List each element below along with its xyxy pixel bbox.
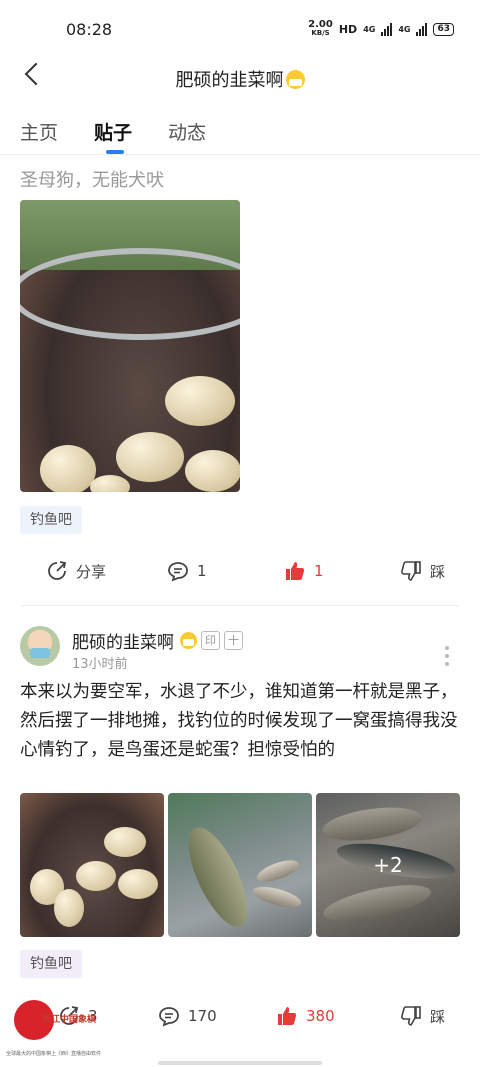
net-label-1: 4G	[363, 24, 376, 34]
egg	[90, 475, 130, 492]
author-name[interactable]: 肥硕的韭菜啊 印 十	[72, 628, 243, 653]
egg	[116, 432, 184, 482]
avatar[interactable]	[20, 626, 60, 666]
post-divider	[20, 605, 460, 606]
comment-icon	[168, 562, 188, 582]
comment-button[interactable]: 170	[158, 1005, 217, 1027]
egg	[185, 450, 240, 492]
home-indicator[interactable]	[158, 1061, 322, 1065]
post-image-fish-more[interactable]: +2	[316, 793, 460, 937]
thumbs-up-icon	[278, 1007, 297, 1025]
like-button[interactable]: 380	[276, 1005, 335, 1027]
egg	[104, 827, 146, 857]
post-image-fish-hand[interactable]	[168, 793, 312, 937]
battery-icon: 63	[433, 22, 454, 36]
post-text[interactable]: 圣母狗，无能犬吠	[20, 166, 164, 192]
seal-badge: 印	[201, 631, 220, 650]
comment-button[interactable]: 1	[167, 560, 207, 582]
watermark-logo: 西江中国象棋 全球最大的中国象棋上《西》直播自由软件	[6, 996, 126, 1057]
thumbs-up-icon	[286, 562, 305, 580]
forum-tag[interactable]: 钓鱼吧	[20, 506, 82, 534]
net-label-2: 4G	[398, 24, 411, 34]
hd-indicator: HD	[338, 22, 358, 36]
more-options-icon[interactable]	[445, 646, 449, 670]
dislike-button[interactable]: 踩	[400, 1005, 445, 1027]
post-image[interactable]	[20, 200, 240, 492]
divider	[0, 154, 480, 155]
basin-rim	[20, 248, 240, 340]
comment-icon	[159, 1007, 179, 1027]
egg	[165, 376, 235, 426]
signal-icon	[381, 22, 393, 36]
tab-posts[interactable]: 贴子	[94, 118, 132, 145]
status-bar: 08:28 2.00 KB/S HD 4G 4G 63	[0, 0, 480, 56]
mask-emoji-icon	[285, 70, 305, 89]
watermark-text: 西江中国象棋	[42, 1015, 97, 1025]
status-icons: 2.00 KB/S HD 4G 4G 63	[308, 20, 454, 38]
post-image-eggs[interactable]	[20, 793, 164, 937]
fish	[250, 882, 304, 912]
egg	[76, 861, 116, 891]
watermark-subtext: 全球最大的中国象棋上《西》直播自由软件	[6, 1051, 102, 1057]
egg	[40, 445, 96, 492]
more-images-count: +2	[316, 793, 460, 937]
nav-bar: 肥硕的韭菜啊	[0, 56, 480, 102]
post-body[interactable]: 本来以为要空军，水退了不少，谁知道第一杆就是黑子，然后摆了一排地摊，找钓位的时候…	[20, 678, 460, 765]
forum-tag[interactable]: 钓鱼吧	[20, 950, 82, 978]
post-actions: 分享 1 1 踩	[0, 554, 480, 588]
fish	[177, 819, 259, 935]
tab-bar: 主页 贴子 动态	[0, 104, 480, 154]
thumbs-down-icon	[401, 1006, 421, 1026]
status-time: 08:28	[66, 20, 113, 39]
share-button[interactable]: 分享	[46, 560, 106, 582]
egg	[54, 889, 84, 927]
plus-badge: 十	[224, 631, 243, 650]
signal-icon-2	[416, 22, 428, 36]
tab-activity[interactable]: 动态	[168, 118, 206, 145]
tab-home[interactable]: 主页	[20, 118, 58, 145]
share-icon	[48, 561, 67, 580]
page-title: 肥硕的韭菜啊	[0, 66, 480, 92]
egg	[118, 869, 158, 899]
fish	[254, 855, 302, 887]
post-time: 13小时前	[72, 657, 128, 672]
thumbs-down-icon	[401, 561, 421, 581]
net-speed: 2.00 KB/S	[308, 19, 333, 38]
mask-emoji-icon	[180, 632, 197, 649]
dislike-button[interactable]: 踩	[400, 560, 445, 582]
like-button[interactable]: 1	[284, 560, 324, 582]
